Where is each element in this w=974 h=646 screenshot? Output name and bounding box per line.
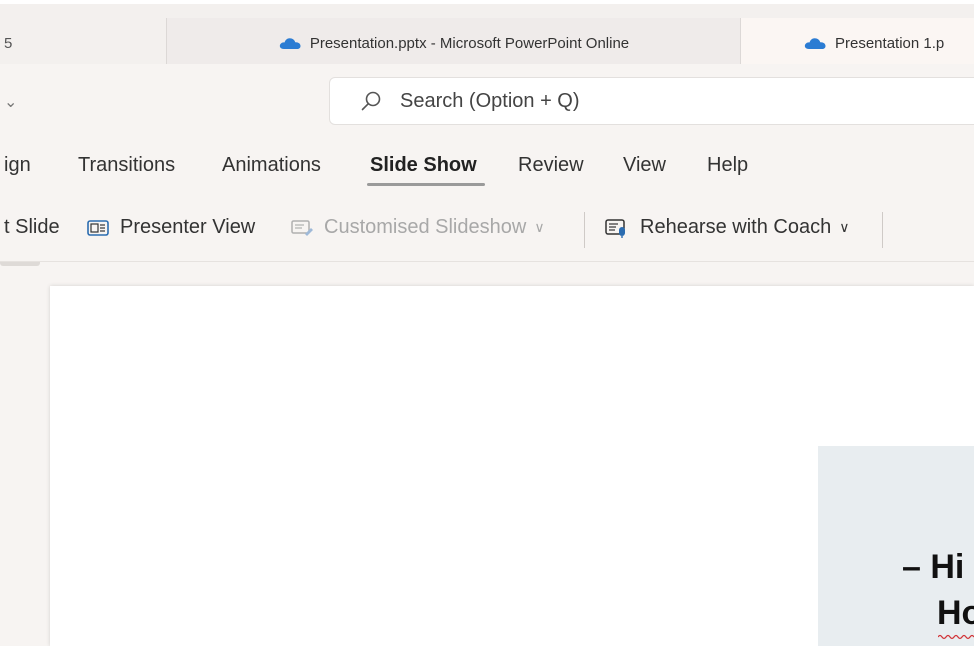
- active-tab-indicator: [367, 183, 485, 186]
- browser-tab-strip: 5 Presentation.pptx - Microsoft PowerPoi…: [0, 4, 974, 68]
- tab-design[interactable]: ign: [4, 154, 31, 177]
- tab-transitions[interactable]: Transitions: [78, 154, 175, 177]
- search-input[interactable]: Search (Option + Q): [329, 77, 974, 125]
- tab-slide-show[interactable]: Slide Show: [370, 154, 477, 177]
- customised-slideshow-dropdown[interactable]: Customised Slideshow ∨: [290, 216, 545, 239]
- browser-tab-active[interactable]: Presentation.pptx - Microsoft PowerPoint…: [166, 18, 741, 68]
- onedrive-cloud-icon: [278, 36, 302, 50]
- browser-tab-right[interactable]: Presentation 1.p: [741, 18, 974, 68]
- ribbon-toolbar: t Slide Presenter View Customised Slides…: [0, 196, 974, 262]
- tab-label: Presentation.pptx - Microsoft PowerPoint…: [309, 34, 630, 52]
- browser-tab-left[interactable]: 5: [0, 18, 166, 68]
- tab-help[interactable]: Help: [707, 154, 748, 177]
- tab-label: 5: [4, 34, 13, 52]
- slide-text-line: – Hi: [902, 548, 965, 586]
- app-header: ⌄ Search (Option + Q): [0, 64, 974, 140]
- custom-slideshow-icon: [290, 218, 314, 238]
- search-icon: [361, 91, 381, 111]
- rehearse-coach-icon: [604, 217, 630, 239]
- presenter-view-button[interactable]: Presenter View: [86, 216, 255, 239]
- slide-text-line: Ho: [937, 594, 974, 632]
- presenter-view-label: Presenter View: [120, 216, 256, 238]
- from-current-slide-label: t Slide: [4, 216, 60, 238]
- rehearse-with-coach-label: Rehearse with Coach: [640, 216, 832, 238]
- tab-view[interactable]: View: [623, 154, 666, 177]
- presenter-view-icon: [86, 218, 110, 238]
- chevron-down-icon[interactable]: ⌄: [4, 92, 17, 112]
- tab-animations[interactable]: Animations: [222, 154, 321, 177]
- toolbar-divider: [584, 212, 585, 248]
- onedrive-cloud-icon: [803, 36, 827, 50]
- spellcheck-underline: [938, 634, 974, 640]
- chevron-down-icon: ∨: [534, 219, 545, 235]
- tab-review[interactable]: Review: [518, 154, 584, 177]
- tab-label: Presentation 1.p: [835, 34, 945, 52]
- from-current-slide-button[interactable]: t Slide: [4, 216, 60, 239]
- chevron-down-icon: ∨: [839, 219, 850, 235]
- toolbar-divider: [882, 212, 883, 248]
- search-placeholder: Search (Option + Q): [400, 89, 580, 112]
- ribbon-tab-bar: ign Transitions Animations Slide Show Re…: [0, 140, 974, 196]
- ribbon-collapse-tab: [0, 262, 40, 266]
- rehearse-with-coach-dropdown[interactable]: Rehearse with Coach ∨: [604, 216, 849, 239]
- customised-slideshow-label: Customised Slideshow: [324, 216, 527, 238]
